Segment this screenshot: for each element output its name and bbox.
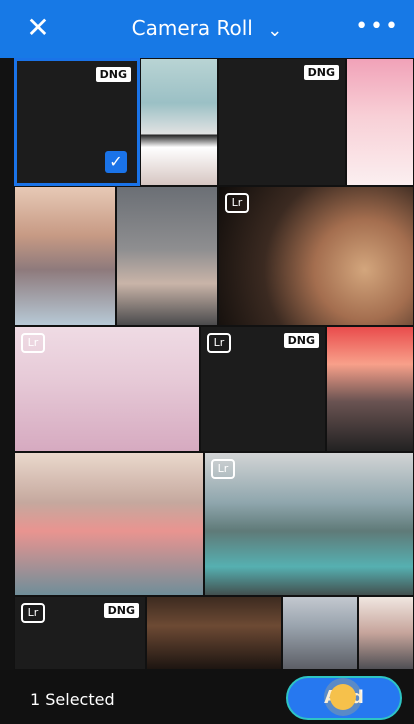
grid-tile-11[interactable]: [14, 452, 204, 596]
grid-tile-5[interactable]: [14, 186, 116, 326]
album-title[interactable]: Camera Roll ⌄: [0, 14, 414, 44]
grid-tile-4[interactable]: [346, 58, 414, 186]
grid-tile-7[interactable]: Lr: [218, 186, 414, 326]
grid-tile-2[interactable]: [140, 58, 218, 186]
grid-tile-9[interactable]: Lr DNG: [200, 326, 326, 452]
grid-tile-13[interactable]: Lr DNG: [14, 596, 146, 670]
grid-tile-15[interactable]: [282, 596, 358, 670]
grid-tile-10[interactable]: [326, 326, 414, 452]
grid-tile-6[interactable]: [116, 186, 218, 326]
dng-badge: DNG: [303, 65, 339, 80]
dng-badge: DNG: [283, 333, 319, 348]
photo-grid: DNG ✓ DNG Lr Lr Lr DNG Lr Lr DNG: [0, 58, 414, 670]
dng-badge: DNG: [103, 603, 139, 618]
lr-badge: Lr: [225, 193, 249, 213]
grid-tile-3[interactable]: DNG: [218, 58, 346, 186]
selected-count: 1 Selected: [30, 690, 115, 709]
lr-badge: Lr: [207, 333, 231, 353]
grid-tile-1[interactable]: DNG ✓: [14, 58, 140, 186]
lr-badge: Lr: [21, 333, 45, 353]
top-bar: ✕ Camera Roll ⌄ •••: [0, 0, 414, 58]
bottom-bar: 1 Selected Add: [0, 670, 414, 724]
album-title-text: Camera Roll: [131, 16, 253, 40]
checkmark-icon: ✓: [105, 151, 127, 173]
grid-tile-14[interactable]: [146, 596, 282, 670]
dng-badge: DNG: [95, 67, 131, 82]
grid-tile-8[interactable]: Lr: [14, 326, 200, 452]
grid-tile-12[interactable]: Lr: [204, 452, 414, 596]
tap-pointer-icon: [330, 684, 356, 710]
lr-badge: Lr: [21, 603, 45, 623]
chevron-down-icon: ⌄: [267, 20, 283, 41]
grid-tile-16[interactable]: [358, 596, 414, 670]
more-icon[interactable]: •••: [355, 16, 400, 38]
lr-badge: Lr: [211, 459, 235, 479]
